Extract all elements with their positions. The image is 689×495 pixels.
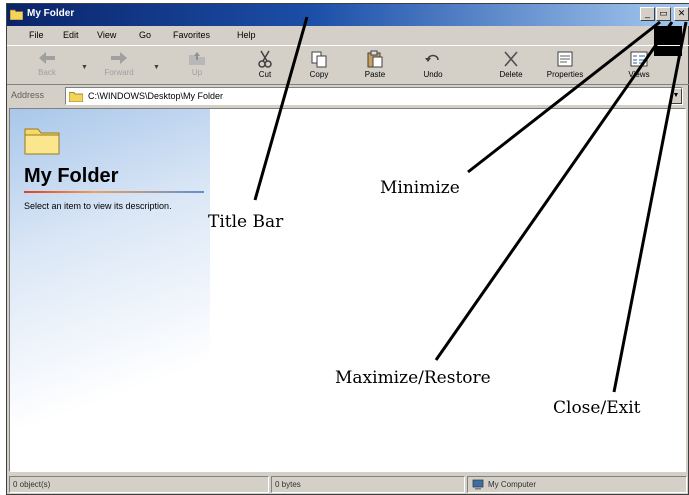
address-dropdown-icon[interactable]: ▼	[670, 88, 682, 104]
title-bar[interactable]: My Folder _ ▭ ✕	[7, 4, 689, 26]
delete-label: Delete	[499, 70, 523, 79]
up-folder-icon	[189, 52, 205, 65]
delete-x-icon	[504, 51, 518, 67]
paste-icon	[367, 50, 383, 68]
back-button[interactable]: Back	[25, 50, 69, 84]
status-zone-label: My Computer	[488, 480, 537, 489]
copy-label: Copy	[309, 70, 329, 79]
folder-content-pane[interactable]: My Folder Select an item to view its des…	[9, 108, 686, 472]
window-title: My Folder	[27, 8, 75, 19]
status-size: 0 bytes	[271, 476, 465, 493]
menu-edit[interactable]: Edit	[63, 30, 79, 40]
undo-button[interactable]: Undo	[411, 50, 455, 84]
forward-arrow-icon	[111, 52, 127, 64]
address-input[interactable]	[88, 90, 648, 102]
views-icon	[630, 51, 648, 67]
back-label: Back	[38, 68, 56, 77]
properties-button[interactable]: Properties	[543, 50, 587, 84]
paste-button[interactable]: Paste	[353, 50, 397, 84]
menu-file[interactable]: File	[29, 30, 44, 40]
menu-view[interactable]: View	[97, 30, 116, 40]
views-button[interactable]: Views	[617, 50, 661, 84]
status-object-count: 0 object(s)	[9, 476, 269, 493]
undo-label: Undo	[423, 70, 443, 79]
up-button[interactable]: Up	[175, 50, 219, 84]
cut-button[interactable]: Cut	[243, 50, 287, 84]
status-zone: My Computer	[467, 476, 687, 493]
forward-label: Forward	[104, 68, 134, 77]
menu-bar: File Edit View Go Favorites Help	[7, 26, 689, 44]
close-button[interactable]: ✕	[674, 7, 689, 21]
back-dropdown-icon[interactable]: ▼	[81, 64, 88, 71]
status-bar: 0 object(s) 0 bytes My Computer	[7, 474, 689, 495]
explorer-window: My Folder _ ▭ ✕ File Edit View Go Favori…	[6, 3, 689, 495]
folder-title: My Folder	[24, 165, 119, 187]
menu-help[interactable]: Help	[237, 30, 256, 40]
folder-icon	[24, 128, 60, 155]
address-field[interactable]: ▼	[65, 87, 683, 105]
properties-icon	[557, 51, 573, 67]
copy-icon	[311, 51, 327, 68]
forward-dropdown-icon[interactable]: ▼	[153, 64, 160, 71]
item-description: Select an item to view its description.	[24, 201, 172, 211]
web-view-panel: My Folder Select an item to view its des…	[10, 109, 210, 471]
minimize-button[interactable]: _	[640, 7, 655, 21]
folder-icon	[10, 9, 23, 20]
menu-go[interactable]: Go	[139, 30, 151, 40]
address-bar: Address ▼	[7, 86, 689, 106]
scissors-icon	[258, 50, 272, 68]
forward-button[interactable]: Forward	[97, 50, 141, 84]
properties-label: Properties	[546, 70, 584, 79]
back-arrow-icon	[39, 52, 55, 64]
title-divider	[24, 191, 204, 193]
address-label: Address	[11, 90, 45, 100]
views-label: Views	[628, 70, 650, 79]
cut-label: Cut	[258, 70, 272, 79]
standard-toolbar: Back ▼ Forward ▼ Up Cut Copy Paste Undo	[7, 45, 689, 85]
my-computer-icon	[472, 479, 484, 490]
folder-icon	[69, 92, 83, 102]
up-label: Up	[191, 68, 203, 77]
undo-icon	[425, 54, 439, 62]
paste-label: Paste	[364, 70, 386, 79]
menu-favorites[interactable]: Favorites	[173, 30, 210, 40]
delete-button[interactable]: Delete	[489, 50, 533, 84]
copy-button[interactable]: Copy	[297, 50, 341, 84]
maximize-button[interactable]: ▭	[656, 7, 671, 21]
